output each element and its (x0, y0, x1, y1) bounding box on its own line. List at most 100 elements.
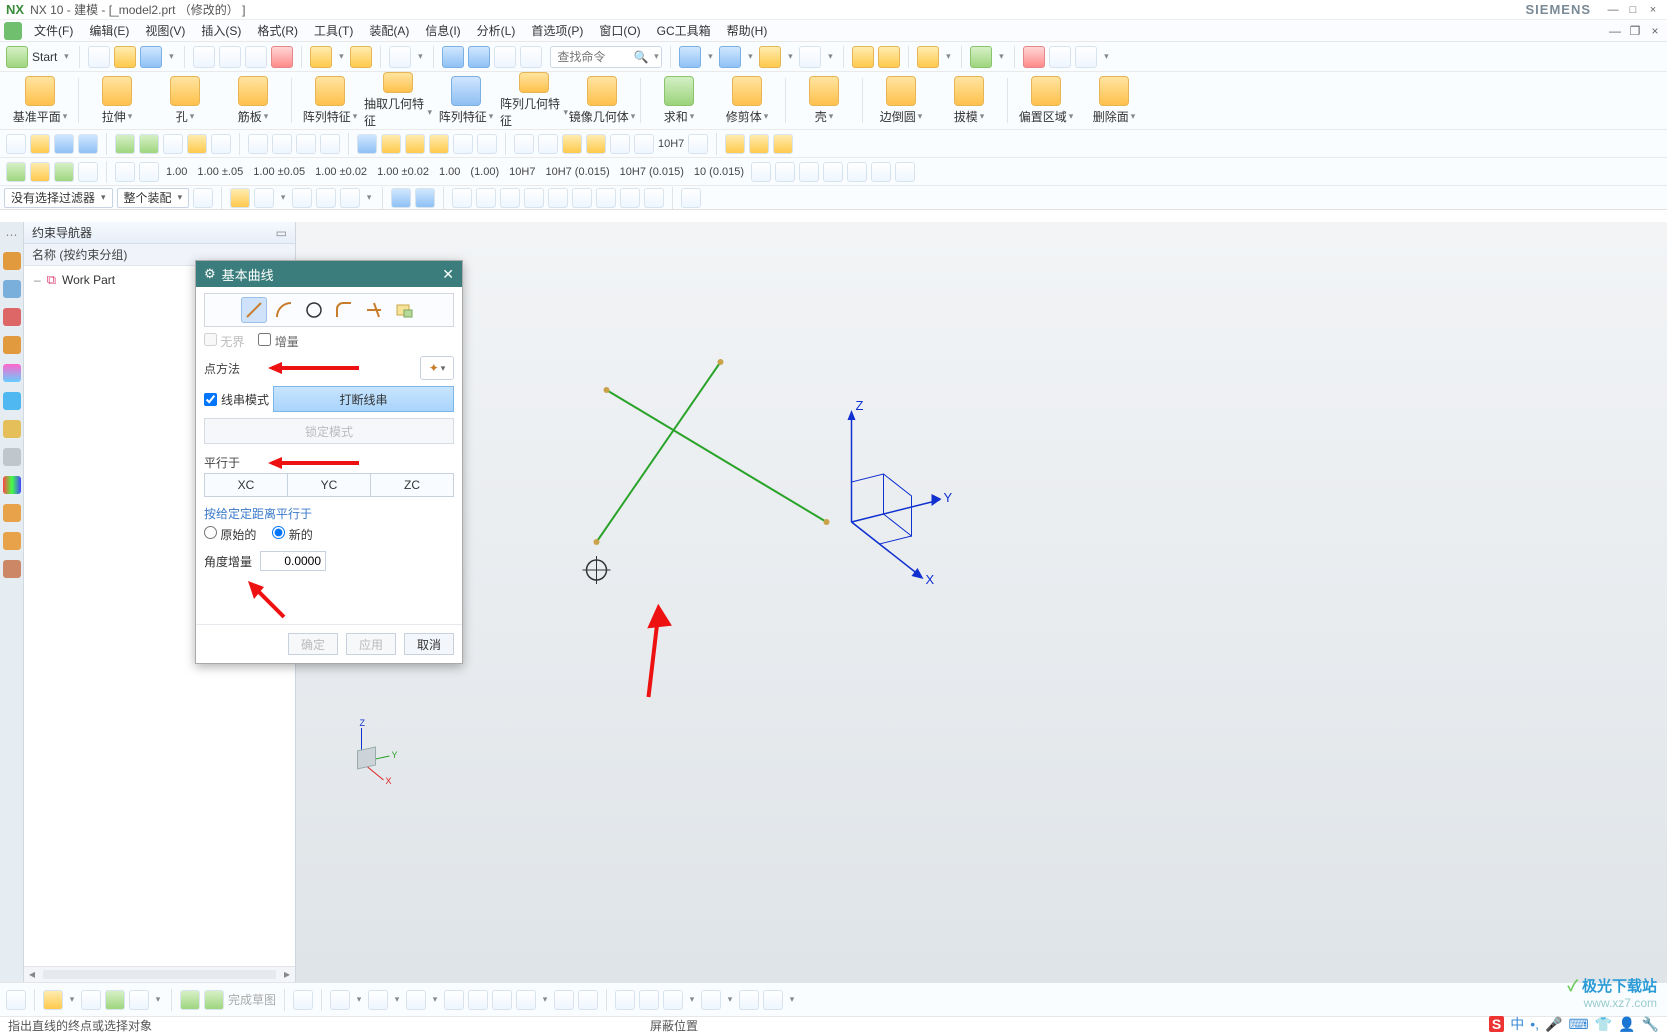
vis3-icon[interactable] (759, 46, 781, 68)
ribbon-壳[interactable]: 壳▾ (790, 72, 858, 129)
minimize-button[interactable]: — (1605, 3, 1621, 17)
f-icon-1[interactable] (193, 188, 213, 208)
d1-icon-19[interactable] (477, 134, 497, 154)
ribbon-孔[interactable]: 孔▾ (151, 72, 219, 129)
menu-file[interactable]: 文件(F) (30, 22, 77, 39)
d1-icon-25[interactable] (634, 134, 654, 154)
ribbon-边倒圆[interactable]: 边倒圆▾ (867, 72, 935, 129)
d2-extra-icon[interactable] (799, 162, 819, 182)
command-search[interactable]: 🔍 ▾ (550, 46, 662, 68)
d1-icon-4[interactable] (78, 134, 98, 154)
selection-filter-combo[interactable]: 没有选择过滤器 ▾ (4, 188, 113, 208)
bt-icon-4[interactable] (105, 990, 125, 1010)
angle-increment-input[interactable] (260, 551, 326, 571)
internet-icon[interactable] (3, 392, 21, 410)
d1-icon-5[interactable] (115, 134, 135, 154)
menu-tools[interactable]: 工具(T) (310, 22, 357, 39)
bt-chamfer-icon[interactable] (578, 990, 598, 1010)
bt-ext-icon[interactable] (663, 990, 683, 1010)
d2-icon-5[interactable] (115, 162, 135, 182)
constraint-navigator-icon[interactable] (3, 308, 21, 326)
bt-icon-3[interactable] (81, 990, 101, 1010)
tol-token[interactable]: 10 (0.015) (691, 166, 747, 178)
graphics-canvas[interactable]: Z Y X Z Y X (296, 222, 1667, 982)
asm1-icon[interactable] (852, 46, 874, 68)
dialog-titlebar[interactable]: ⚙ 基本曲线 ✕ (196, 261, 462, 287)
tray-shirt-icon[interactable]: 👕 (1595, 1016, 1612, 1033)
d2-extra-icon[interactable] (871, 162, 891, 182)
vis4-icon[interactable] (799, 46, 821, 68)
d2-extra-icon[interactable] (751, 162, 771, 182)
system-icon[interactable] (3, 504, 21, 522)
d1-icon-6[interactable] (139, 134, 159, 154)
d1-icon-3[interactable] (54, 134, 74, 154)
start-icon[interactable] (6, 46, 28, 68)
bt-const-icon[interactable] (739, 990, 759, 1010)
menu-info[interactable]: 信息(I) (421, 22, 464, 39)
menu-assemble[interactable]: 装配(A) (365, 22, 413, 39)
save-icon[interactable] (140, 46, 162, 68)
tol-token[interactable]: 10H7 (506, 166, 538, 178)
tool-b1-icon[interactable] (442, 46, 464, 68)
break-string-button[interactable]: 打断线串 (273, 386, 454, 412)
meas3-icon[interactable] (1075, 46, 1097, 68)
d1-icon-7[interactable] (163, 134, 183, 154)
bt-fillet-icon[interactable] (554, 990, 574, 1010)
bt-icon-6[interactable] (180, 990, 200, 1010)
radio-new[interactable]: 新的 (272, 526, 312, 543)
bt-arc-icon[interactable] (368, 990, 388, 1010)
f-icon-3[interactable] (254, 188, 274, 208)
restore-button[interactable]: □ (1625, 3, 1641, 17)
ribbon-拉伸[interactable]: 拉伸▾ (83, 72, 151, 129)
bt-icon-5[interactable] (129, 990, 149, 1010)
tray-tool-icon[interactable]: 🔧 (1642, 1016, 1659, 1033)
asm-navigator-icon[interactable] (3, 280, 21, 298)
f-icon-11[interactable] (500, 188, 520, 208)
tol-token[interactable]: 10H7 (0.015) (542, 166, 612, 178)
d2-icon-2[interactable] (30, 162, 50, 182)
d1-icon-23[interactable] (586, 134, 606, 154)
asm3-icon[interactable] (917, 46, 939, 68)
reuse-icon[interactable] (3, 336, 21, 354)
cam-icon[interactable] (3, 560, 21, 578)
bt-icon-7[interactable] (204, 990, 224, 1010)
close-button[interactable]: × (1645, 3, 1661, 17)
menu-analysis[interactable]: 分析(L) (473, 22, 520, 39)
d1-icon[interactable] (6, 134, 26, 154)
ribbon-拔模[interactable]: 拔模▾ (935, 72, 1003, 129)
asm2-icon[interactable] (878, 46, 900, 68)
unbounded-checkbox[interactable]: 无界 (204, 333, 244, 350)
d1-icon-16[interactable] (405, 134, 425, 154)
tol-token[interactable]: 1.00 (436, 166, 463, 178)
ribbon-阵列特征[interactable]: 阵列特征▾ (432, 72, 500, 129)
navigator-hscroll[interactable]: ◂▸ (24, 966, 295, 982)
f-icon-13[interactable] (548, 188, 568, 208)
child-close[interactable]: × (1647, 24, 1663, 38)
increment-checkbox[interactable]: 增量 (258, 333, 298, 350)
d2-icon-3[interactable] (54, 162, 74, 182)
d1-icon-8[interactable] (187, 134, 207, 154)
d1-icon-14[interactable] (357, 134, 377, 154)
history-icon[interactable] (3, 420, 21, 438)
tray-punct[interactable]: •, (1530, 1016, 1539, 1032)
menu-edit[interactable]: 编辑(E) (85, 22, 133, 39)
f-icon-17[interactable] (644, 188, 664, 208)
circle-tool-icon[interactable] (301, 297, 327, 323)
f-icon-16[interactable] (620, 188, 640, 208)
f-icon-15[interactable] (596, 188, 616, 208)
d1-icon-18[interactable] (453, 134, 473, 154)
d1-icon-10[interactable] (248, 134, 268, 154)
meas1-icon[interactable] (1023, 46, 1045, 68)
menu-help[interactable]: 帮助(H) (723, 22, 772, 39)
ribbon-阵列特征[interactable]: 阵列特征▾ (296, 72, 364, 129)
arc-tool-icon[interactable] (271, 297, 297, 323)
ribbon-修剪体[interactable]: 修剪体▾ (713, 72, 781, 129)
ribbon-抽取几何特征[interactable]: 抽取几何特征▾ (364, 72, 432, 129)
ribbon-筋板[interactable]: 筋板▾ (219, 72, 287, 129)
f-icon-5[interactable] (316, 188, 336, 208)
palette-icon[interactable] (3, 476, 21, 494)
d1-icon-12[interactable] (296, 134, 316, 154)
trim-tool-icon[interactable] (361, 297, 387, 323)
nav-toggle-icon[interactable]: ⋯ (6, 228, 18, 242)
bt-auto-icon[interactable] (763, 990, 783, 1010)
